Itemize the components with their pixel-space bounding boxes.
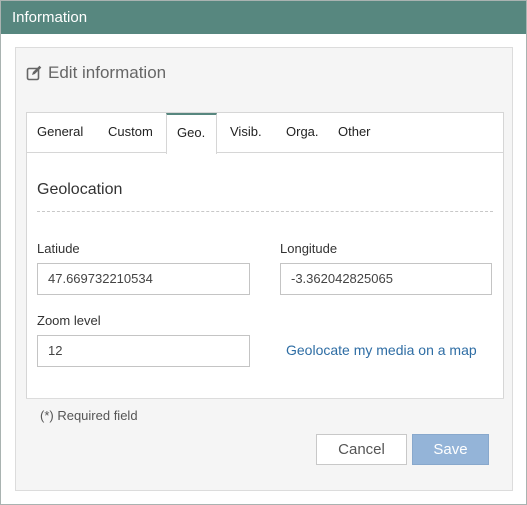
tab-other[interactable]: Other (328, 113, 388, 153)
tab-geo[interactable]: Geo. (166, 113, 217, 154)
longitude-label: Longitude (280, 241, 338, 256)
edit-icon (26, 65, 42, 81)
panel-header-label: Edit information (48, 63, 167, 82)
zoom-level-label: Zoom level (37, 313, 101, 328)
geolocate-link[interactable]: Geolocate my media on a map (286, 342, 477, 358)
information-window: Information Edit information General Cus… (0, 0, 527, 505)
tab-bar: General Custom Geo. Visib. Orga. Other (27, 113, 503, 154)
tab-general[interactable]: General (27, 113, 97, 153)
tabs-container: General Custom Geo. Visib. Orga. Other G… (26, 112, 504, 399)
zoom-level-field[interactable]: 12 (37, 335, 250, 367)
latitude-label: Latiude (37, 241, 80, 256)
tab-visib[interactable]: Visib. (217, 113, 274, 153)
tab-custom[interactable]: Custom (97, 113, 166, 153)
cancel-button[interactable]: Cancel (316, 434, 407, 465)
longitude-field[interactable]: -3.362042825065 (280, 263, 492, 295)
panel-header: Edit information (26, 62, 166, 84)
latitude-field[interactable]: 47.669732210534 (37, 263, 250, 295)
geo-tab-content: Geolocation Latiude 47.669732210534 Long… (37, 173, 493, 388)
save-button[interactable]: Save (412, 434, 489, 465)
section-divider (37, 211, 493, 212)
tab-orga[interactable]: Orga. (274, 113, 328, 153)
section-title: Geolocation (37, 181, 123, 198)
edit-information-panel: Edit information General Custom Geo. Vis… (15, 47, 513, 491)
window-title: Information (1, 1, 526, 34)
footer-divider (26, 398, 504, 399)
required-note: (*) Required field (40, 408, 138, 423)
